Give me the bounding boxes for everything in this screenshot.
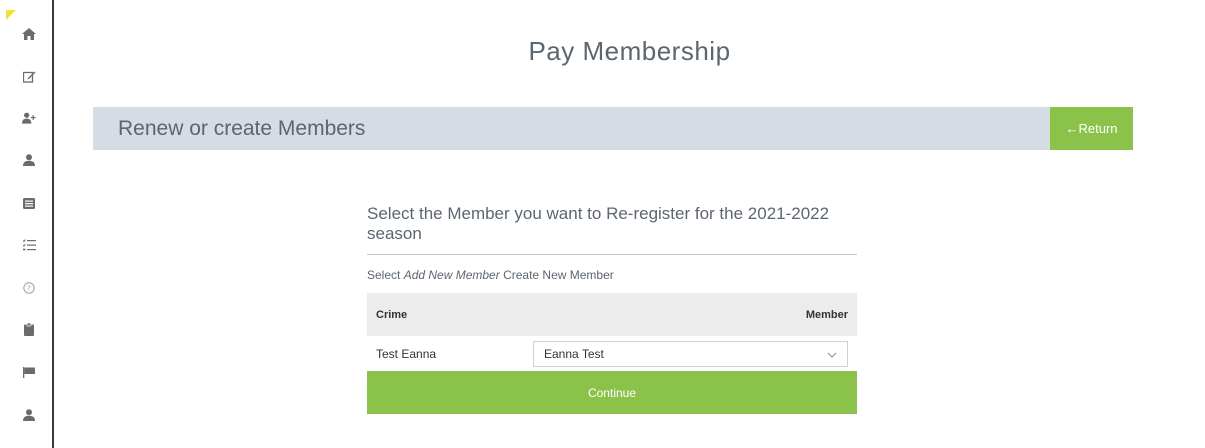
hint-suffix: Create New Member	[499, 268, 614, 282]
add-user-icon[interactable]	[22, 111, 36, 125]
table-row: Test Eanna Eanna Test	[367, 336, 857, 371]
list-icon[interactable]	[22, 196, 36, 210]
table-header: Crime Member	[367, 293, 857, 336]
member-table: Crime Member Test Eanna Eanna Test	[367, 293, 857, 371]
page-title: Pay Membership	[528, 36, 731, 66]
user-icon[interactable]	[22, 153, 36, 167]
continue-button[interactable]: Continue	[367, 371, 857, 414]
flag-icon[interactable]	[22, 365, 36, 379]
profile-icon[interactable]	[22, 408, 36, 422]
hint-text: Select Add New Member Create New Member	[367, 268, 614, 282]
member-select[interactable]: Eanna Test	[533, 341, 848, 367]
row-name: Test Eanna	[376, 346, 437, 361]
column-header-crime: Crime	[376, 308, 408, 321]
section-banner: Renew or create Members	[93, 107, 1050, 150]
help-icon[interactable]: ?	[22, 281, 36, 295]
app-root: ? Pay Membership Renew or create Members…	[0, 0, 1205, 448]
hint-prefix: Select	[367, 268, 404, 282]
svg-text:?: ?	[27, 285, 31, 293]
column-header-member: Member	[805, 308, 848, 321]
section-heading: Select the Member you want to Re-registe…	[367, 204, 857, 255]
chevron-down-icon	[827, 349, 837, 363]
banner-title: Renew or create Members	[118, 117, 366, 140]
edit-icon[interactable]	[22, 69, 36, 83]
corner-marker	[6, 10, 16, 20]
home-icon[interactable]	[22, 27, 36, 41]
clipboard-icon[interactable]	[22, 322, 36, 336]
hint-emphasis: Add New Member	[403, 268, 500, 282]
sidebar: ?	[0, 0, 54, 448]
return-button[interactable]: ←Return	[1050, 107, 1133, 150]
checklist-icon[interactable]	[22, 238, 36, 252]
member-select-value: Eanna Test	[544, 347, 604, 361]
